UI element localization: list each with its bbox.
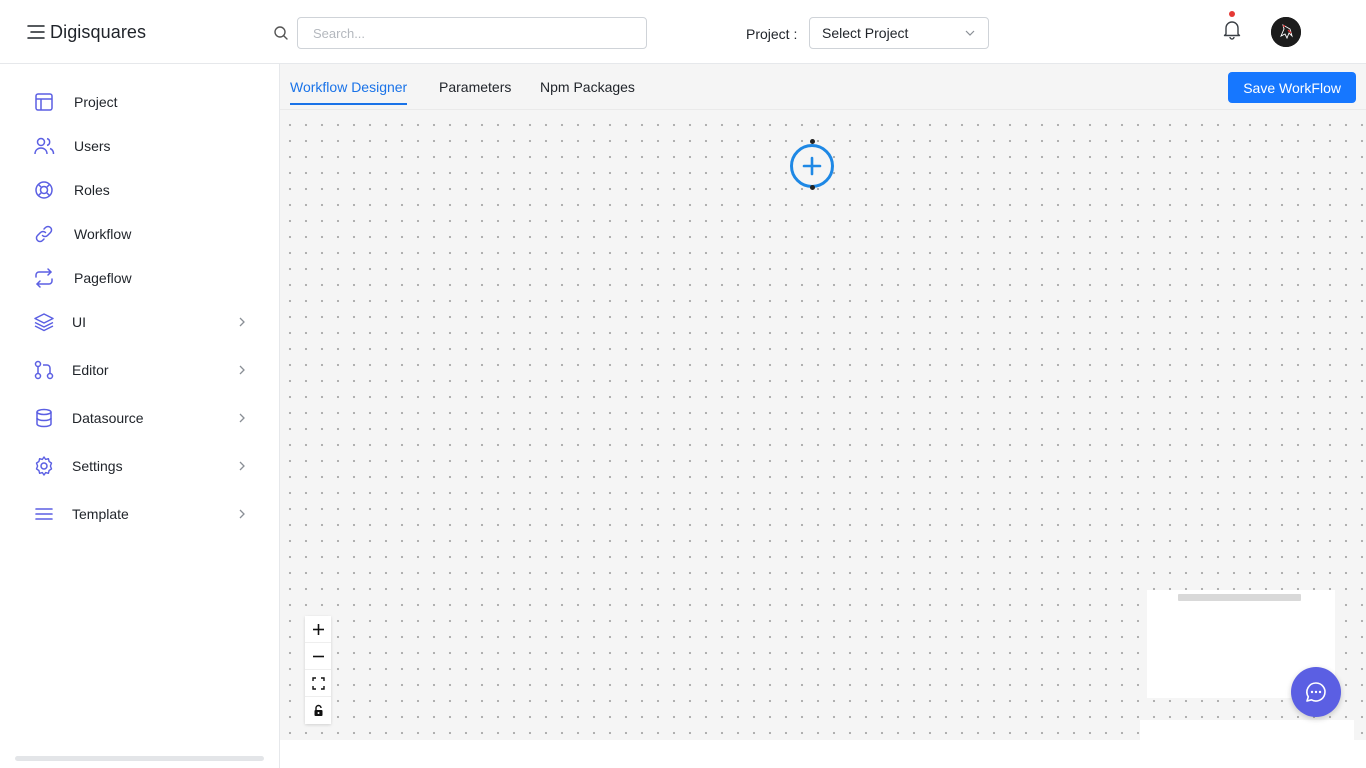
sidebar-horizontal-scrollbar[interactable]: [15, 756, 264, 761]
sidebar-item-label: Pageflow: [74, 270, 132, 286]
git-pull-request-icon: [34, 360, 54, 380]
tab-npm-packages[interactable]: Npm Packages: [540, 79, 635, 103]
brand-name: Digisquares: [50, 21, 147, 42]
sidebar-item-workflow[interactable]: Workflow: [0, 214, 279, 254]
app-root: Digisquares Project : Select Project: [0, 0, 1366, 768]
chevron-right-icon: [239, 461, 245, 471]
project-select[interactable]: Select Project: [809, 17, 989, 49]
sidebar-item-datasource[interactable]: Datasource: [0, 398, 279, 438]
chat-support-button[interactable]: [1291, 667, 1341, 717]
plus-icon: [312, 623, 324, 635]
fullscreen-icon: [311, 676, 325, 690]
sidebar-item-label: Template: [72, 506, 129, 522]
chevron-down-icon: [965, 30, 975, 36]
gear-icon: [35, 456, 53, 476]
sidebar-item-editor[interactable]: Editor: [0, 350, 279, 390]
search-icon: [274, 26, 288, 40]
save-workflow-button[interactable]: Save WorkFlow: [1228, 72, 1356, 103]
tab-parameters[interactable]: Parameters: [439, 79, 511, 103]
node-handle-bottom[interactable]: [810, 185, 815, 190]
sidebar-item-template[interactable]: Template: [0, 494, 279, 534]
lock-interactivity-button[interactable]: [305, 697, 331, 724]
notification-badge-dot: [1229, 11, 1235, 17]
notification-bell-icon[interactable]: [1221, 18, 1243, 40]
sidebar: Project Users Roles Workflow Pageflow UI…: [0, 64, 280, 768]
sidebar-item-label: UI: [72, 314, 86, 330]
project-label: Project :: [746, 26, 798, 42]
table-icon: [35, 93, 53, 111]
chevron-right-icon: [239, 317, 245, 327]
layers-icon: [34, 313, 54, 332]
fit-view-button[interactable]: [305, 670, 331, 697]
hamburger-menu-icon[interactable]: [25, 21, 47, 43]
zoom-in-button[interactable]: [305, 616, 331, 643]
sidebar-item-pageflow[interactable]: Pageflow: [0, 258, 279, 298]
project-select-value: Select Project: [822, 25, 909, 41]
sidebar-item-label: Settings: [72, 458, 123, 474]
canvas-controls: [305, 616, 331, 724]
chevron-right-icon: [239, 365, 245, 375]
minimap-footer: [1140, 720, 1354, 740]
chat-bubble-icon: [1306, 682, 1326, 702]
workflow-canvas[interactable]: [280, 111, 1366, 740]
main-content: Workflow Designer Parameters Npm Package…: [280, 64, 1366, 740]
repeat-icon: [35, 268, 53, 288]
sidebar-item-label: Editor: [72, 362, 109, 378]
sidebar-item-settings[interactable]: Settings: [0, 446, 279, 486]
tab-workflow-designer[interactable]: Workflow Designer: [290, 79, 408, 105]
sidebar-item-ui[interactable]: UI: [0, 302, 279, 342]
sidebar-item-label: Datasource: [72, 410, 144, 426]
link-icon: [35, 225, 53, 243]
add-node-button[interactable]: [790, 144, 834, 188]
zoom-out-button[interactable]: [305, 643, 331, 670]
plus-icon: [802, 156, 822, 176]
top-header: Digisquares Project : Select Project: [0, 0, 1366, 64]
sidebar-item-roles[interactable]: Roles: [0, 170, 279, 210]
footer-area: [280, 740, 1366, 768]
chevron-right-icon: [239, 509, 245, 519]
brand: Digisquares: [25, 21, 146, 43]
sidebar-item-label: Roles: [74, 182, 110, 198]
tab-bar: Workflow Designer Parameters Npm Package…: [280, 64, 1366, 110]
user-avatar[interactable]: [1271, 17, 1301, 47]
search-input[interactable]: [297, 17, 647, 49]
avatar-image-icon: [1271, 17, 1301, 47]
sidebar-item-label: Project: [74, 94, 118, 110]
database-icon: [36, 408, 52, 428]
menu-lines-icon: [35, 508, 53, 520]
unlock-icon: [314, 704, 322, 716]
sidebar-item-label: Workflow: [74, 226, 132, 242]
node-handle-top[interactable]: [810, 139, 815, 144]
lifebuoy-icon: [35, 181, 53, 199]
minimap-node-preview: [1178, 594, 1301, 601]
sidebar-item-project[interactable]: Project: [0, 82, 279, 122]
minus-icon: [312, 655, 324, 657]
sidebar-item-label: Users: [74, 138, 111, 154]
chevron-right-icon: [239, 413, 245, 423]
sidebar-item-users[interactable]: Users: [0, 126, 279, 166]
users-icon: [34, 137, 55, 155]
